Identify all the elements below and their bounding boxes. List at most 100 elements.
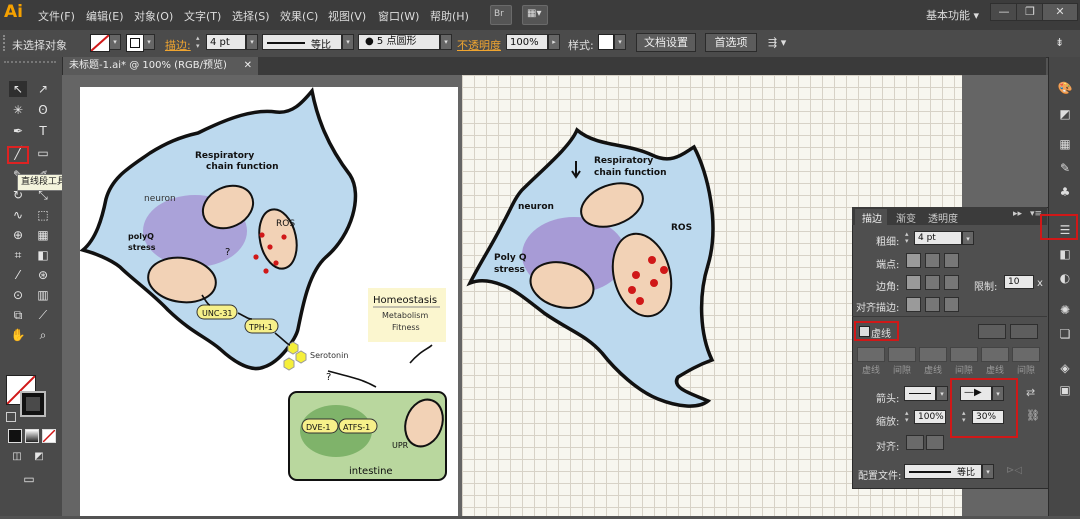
end-arrowhead-dropdown[interactable]: ▾ [992, 386, 1004, 401]
pen-tool-icon[interactable]: ✒ [9, 123, 27, 139]
panel-profile-select[interactable]: 等比 [904, 464, 982, 479]
hand-tool-icon[interactable]: ✋ [9, 327, 27, 343]
variable-width-profile[interactable]: 等比 [262, 34, 342, 51]
symbols-icon[interactable]: ♣ [1055, 185, 1075, 199]
restore-button[interactable]: ❐ [1016, 3, 1044, 21]
panel-menu-icon[interactable]: ⇟ [1055, 36, 1064, 49]
menu-window[interactable]: 窗口(W) [378, 8, 419, 24]
workspace-switcher[interactable]: 基本功能 ▾ [926, 7, 979, 23]
fill-dropdown[interactable]: ▾ [109, 34, 121, 50]
artboards-icon[interactable]: ▣ [1055, 383, 1075, 397]
brushes-icon[interactable]: ✎ [1055, 161, 1075, 175]
minimize-button[interactable]: — [990, 3, 1018, 21]
preferences-button[interactable]: 首选项 [705, 33, 757, 52]
limit-field[interactable]: 10 [1004, 275, 1034, 289]
gradient-mode-icon[interactable] [25, 429, 39, 443]
close-button[interactable]: ✕ [1042, 3, 1078, 21]
dash-field-2[interactable] [919, 347, 947, 362]
opacity-dropdown[interactable]: ▸ [548, 34, 560, 50]
align-inside-button[interactable] [925, 297, 940, 312]
weight-dropdown[interactable]: ▾ [962, 231, 974, 245]
round-join-button[interactable] [925, 275, 940, 290]
blend-tool-icon[interactable]: ⊛ [34, 267, 52, 283]
zoom-tool-icon[interactable]: ⌕ [34, 327, 52, 343]
flip-along-icon[interactable]: ⊳◁ [1006, 465, 1022, 476]
round-cap-button[interactable] [925, 253, 940, 268]
stroke-weight-stepper[interactable]: ▴ ▾ [196, 34, 204, 50]
layers-icon[interactable]: ◈ [1055, 361, 1075, 375]
symbol-sprayer-icon[interactable]: ⊙ [9, 287, 27, 303]
stroke-weight-field[interactable]: 4 pt [206, 34, 246, 50]
weight-stepper[interactable]: ▴ ▾ [905, 231, 909, 245]
menu-edit[interactable]: 编辑(E) [86, 8, 124, 24]
slice-tool-icon[interactable]: ⟋ [34, 307, 52, 323]
start-arrowhead-select[interactable] [904, 386, 936, 401]
color-mode-icon[interactable] [8, 429, 22, 443]
menu-help[interactable]: 帮助(H) [430, 8, 469, 24]
selection-tool-icon[interactable]: ↖ [9, 81, 27, 97]
column-graph-icon[interactable]: ▥ [34, 287, 52, 303]
default-colors-icon[interactable] [6, 412, 16, 422]
draw-mode-icon[interactable]: ◩ [30, 449, 48, 465]
tab-gradient[interactable]: 渐变 [896, 210, 916, 225]
gradient-tool-icon[interactable]: ◧ [34, 247, 52, 263]
color-guide-icon[interactable]: ◩ [1055, 107, 1075, 121]
dashed-line-checkbox[interactable] [859, 326, 870, 337]
end-arrowhead-select[interactable]: —▶ [960, 386, 992, 401]
opacity-link[interactable]: 不透明度 [457, 37, 501, 53]
transparency-panel-icon[interactable]: ◐ [1055, 271, 1075, 285]
type-tool-icon[interactable]: T [34, 123, 52, 139]
panel-collapse-icon[interactable]: ▸▸ [1013, 209, 1022, 219]
align-outside-button[interactable] [944, 297, 959, 312]
gradient-panel-icon[interactable]: ◧ [1055, 247, 1075, 261]
scale-end-stepper[interactable]: ▴ ▾ [962, 410, 966, 424]
brush-definition[interactable]: ● 5 点圆形 [358, 34, 440, 50]
fill-swatch[interactable] [90, 34, 110, 52]
bridge-icon[interactable]: Br [490, 5, 512, 25]
projecting-cap-button[interactable] [944, 253, 959, 268]
gap-field-2[interactable] [950, 347, 978, 362]
appearance-icon[interactable]: ✺ [1055, 303, 1075, 317]
style-swatch[interactable] [598, 34, 614, 50]
bevel-join-button[interactable] [944, 275, 959, 290]
screen-mode-icon[interactable]: ▭ [20, 471, 38, 487]
butt-cap-button[interactable] [906, 253, 921, 268]
menu-select[interactable]: 选择(S) [232, 8, 270, 24]
none-mode-icon[interactable] [42, 429, 56, 443]
mesh-tool-icon[interactable]: ⌗ [9, 247, 27, 263]
free-transform-icon[interactable]: ⬚ [34, 207, 52, 223]
panel-profile-dropdown[interactable]: ▾ [982, 464, 994, 479]
align-dash-button[interactable] [1010, 324, 1038, 339]
start-arrowhead-dropdown[interactable]: ▾ [936, 386, 948, 401]
rectangle-tool-icon[interactable]: ▭ [34, 145, 52, 161]
menu-view[interactable]: 视图(V) [328, 8, 366, 24]
profile-dropdown[interactable]: ▾ [342, 34, 354, 50]
shape-builder-icon[interactable]: ⊕ [9, 227, 27, 243]
scale-start-stepper[interactable]: ▴ ▾ [905, 410, 909, 424]
scale-end-field[interactable]: 30% [972, 410, 1004, 424]
stroke-color-box[interactable] [20, 391, 46, 417]
miter-join-button[interactable] [906, 275, 921, 290]
menu-file[interactable]: 文件(F) [38, 8, 75, 24]
align-center-button[interactable] [906, 297, 921, 312]
weight-field[interactable]: 4 pt [914, 231, 962, 245]
warp-tool-icon[interactable]: ∿ [9, 207, 27, 223]
menu-object[interactable]: 对象(O) [134, 8, 173, 24]
direct-selection-tool-icon[interactable]: ↗ [34, 81, 52, 97]
stroke-dropdown[interactable]: ▾ [143, 34, 155, 50]
link-scale-icon[interactable]: ⛓ [1026, 409, 1040, 422]
arrange-documents-icon[interactable]: ▦▾ [522, 5, 548, 25]
tab-transparency[interactable]: 透明度 [928, 210, 958, 225]
color-panel-icon[interactable]: 🎨 [1055, 81, 1075, 95]
preserve-dash-button[interactable] [978, 324, 1006, 339]
arrow-tip-at-end-button[interactable] [926, 435, 944, 450]
artboard-left[interactable]: Respiratory chain function neuron polyQ … [79, 87, 458, 516]
gap-field-1[interactable] [888, 347, 916, 362]
close-tab-icon[interactable]: ✕ [244, 57, 252, 75]
menu-type[interactable]: 文字(T) [184, 8, 221, 24]
artboard-tool-icon[interactable]: ⧉ [9, 307, 27, 323]
arrow-tip-beyond-button[interactable] [906, 435, 924, 450]
scale-start-field[interactable]: 100% [914, 410, 946, 424]
menu-effect[interactable]: 效果(C) [280, 8, 318, 24]
gap-field-3[interactable] [1012, 347, 1040, 362]
